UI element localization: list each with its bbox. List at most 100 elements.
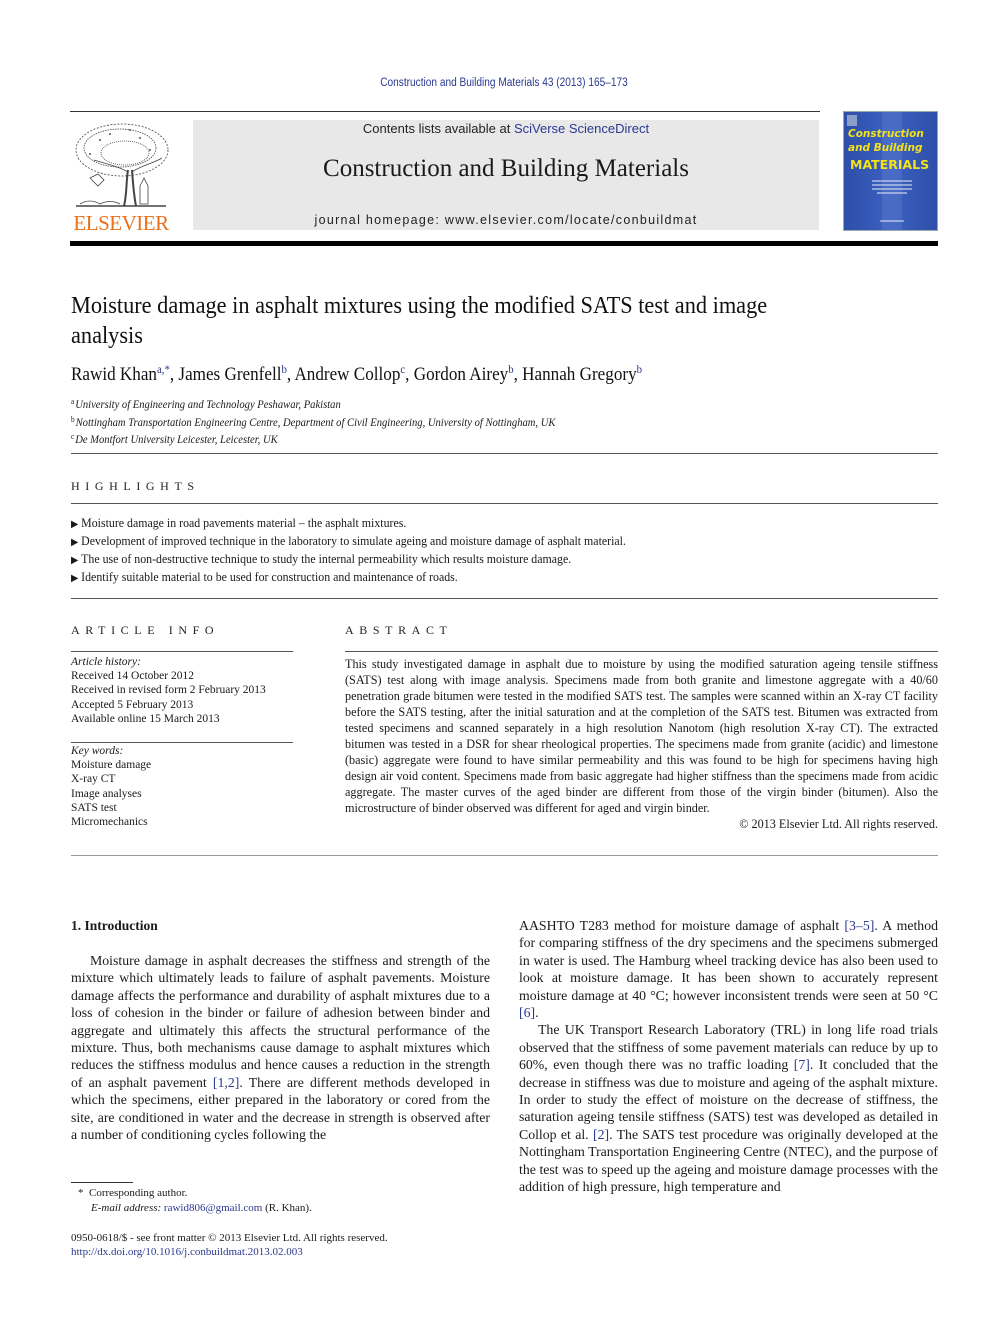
keyword: SATS test: [71, 801, 117, 814]
highlight-text: Moisture damage in road pavements materi…: [81, 516, 407, 530]
paragraph: Moisture damage in asphalt decreases the…: [71, 952, 490, 1143]
email-link[interactable]: rawid806@gmail.com: [164, 1202, 262, 1214]
issn-block: 0950-0618/$ - see front matter © 2013 El…: [71, 1231, 511, 1259]
keyword: Moisture damage: [71, 759, 152, 772]
contents-prefix: Contents lists available at: [362, 121, 514, 136]
divider: [71, 651, 293, 652]
author-affiliation-ref[interactable]: b: [281, 362, 286, 376]
paragraph: The UK Transport Research Laboratory (TR…: [519, 1021, 938, 1195]
highlights-list: ▶ Moisture damage in road pavements mater…: [71, 515, 931, 587]
divider: [71, 855, 938, 856]
highlight-item: ▶ Identify suitable material to be used f…: [71, 569, 888, 587]
journal-homepage[interactable]: journal homepage: www.elsevier.com/locat…: [193, 213, 819, 227]
cover-text-line: [872, 180, 912, 182]
keywords-label: Key words:: [71, 745, 124, 758]
email-label: E-mail address:: [91, 1201, 162, 1214]
author-name[interactable]: James Grenfell: [178, 364, 281, 385]
article-info-heading: ARTICLE INFO: [71, 623, 220, 637]
citation-ref[interactable]: [1,2]: [213, 1075, 239, 1090]
elsevier-wordmark: ELSEVIER: [73, 211, 169, 235]
cover-title-line2: and Building: [848, 142, 923, 154]
paragraph-text: AASHTO T283 method for moisture damage o…: [519, 918, 845, 933]
journal-citation-link[interactable]: Construction and Building Materials 43 (…: [60, 77, 947, 89]
email-note: E-mail address: rawid806@gmail.com (R. K…: [71, 1201, 491, 1216]
author-affiliation-ref[interactable]: a,*: [157, 362, 170, 376]
affiliations: aUniversity of Engineering and Technolog…: [71, 395, 771, 448]
doi-link[interactable]: http://dx.doi.org/10.1016/j.conbuildmat.…: [71, 1245, 511, 1259]
affiliation-key: b: [71, 414, 75, 424]
affiliation-a: aUniversity of Engineering and Technolog…: [71, 395, 715, 413]
footnote-rule: [71, 1182, 133, 1183]
citation-ref[interactable]: [7]: [794, 1057, 810, 1072]
corresponding-author-note: * Corresponding author.: [71, 1186, 491, 1201]
divider: [71, 453, 938, 454]
history-item: Received in revised form 2 February 2013: [71, 684, 266, 697]
highlight-item: ▶ Moisture damage in road pavements mater…: [71, 515, 888, 533]
highlight-text: Identify suitable material to be used fo…: [81, 570, 458, 584]
author-name[interactable]: Andrew Collop: [294, 364, 400, 385]
history-item: Received 14 October 2012: [71, 670, 194, 683]
author-name[interactable]: Gordon Airey: [414, 364, 509, 385]
divider: [345, 651, 938, 652]
divider: [71, 742, 293, 743]
affiliation-text: Nottingham Transportation Engineering Ce…: [75, 416, 556, 429]
paragraph-text: Moisture damage in asphalt decreases the…: [71, 953, 490, 1090]
footnote-text: Corresponding author.: [89, 1187, 188, 1199]
contents-availability: Contents lists available at SciVerse Sci…: [193, 120, 819, 138]
highlights-heading: HIGHLIGHTS: [71, 479, 200, 493]
divider: [71, 503, 938, 504]
author-name[interactable]: Rawid Khan: [71, 364, 157, 385]
intro-left-column: Moisture damage in asphalt decreases the…: [71, 952, 490, 1143]
triangle-bullet-icon: ▶: [71, 519, 79, 530]
journal-name: Construction and Building Materials: [323, 155, 689, 182]
highlight-item: ▶ The use of non-destructive technique to…: [71, 551, 888, 569]
author-affiliation-ref[interactable]: b: [508, 362, 513, 376]
sciencedirect-link[interactable]: SciVerse ScienceDirect: [514, 121, 649, 136]
intro-right-column: AASHTO T283 method for moisture damage o…: [519, 917, 938, 1196]
triangle-bullet-icon: ▶: [71, 555, 79, 566]
author-affiliation-ref[interactable]: c: [400, 362, 405, 376]
affiliation-key: c: [71, 432, 75, 441]
section-heading-introduction: 1. Introduction: [71, 918, 158, 933]
cover-text-line: [872, 184, 912, 186]
history-label: Article history:: [71, 656, 141, 668]
keyword: Image analyses: [71, 787, 142, 800]
affiliation-b: bNottingham Transportation Engineering C…: [71, 413, 715, 431]
cover-title-line3: MATERIALS: [850, 157, 930, 172]
journal-cover-thumbnail[interactable]: Construction and Building MATERIALS: [843, 111, 938, 231]
masthead-top-rule: [70, 111, 820, 112]
elsevier-logo[interactable]: ELSEVIER: [70, 120, 172, 235]
abstract: This study investigated damage in asphal…: [345, 656, 938, 832]
cover-text-line: [872, 188, 912, 190]
keyword: X-ray CT: [71, 773, 116, 786]
footnote-marker: *: [78, 1187, 84, 1199]
affiliation-c: cDe Montfort University Leicester, Leice…: [71, 430, 715, 448]
author-affiliation-ref[interactable]: b: [637, 362, 642, 376]
abstract-heading: ABSTRACT: [345, 623, 453, 637]
cover-title-line1: Construction: [848, 128, 924, 140]
footnote: * Corresponding author. E-mail address: …: [71, 1186, 491, 1215]
email-suffix: (R. Khan).: [262, 1201, 312, 1214]
highlight-text: Development of improved technique in the…: [81, 534, 626, 548]
affiliation-text: De Montfort University Leicester, Leices…: [75, 434, 278, 446]
history-item: Accepted 5 February 2013: [71, 698, 194, 711]
citation-ref[interactable]: [6]: [519, 1005, 535, 1020]
divider: [71, 598, 938, 599]
abstract-copyright: © 2013 Elsevier Ltd. All rights reserved…: [739, 817, 938, 831]
article-title: Moisture damage in asphalt mixtures usin…: [71, 293, 768, 349]
history-item: Available online 15 March 2013: [71, 712, 220, 725]
affiliation-key: a: [71, 397, 75, 406]
citation-ref[interactable]: [2]: [593, 1127, 609, 1142]
cover-text-line: [877, 192, 907, 194]
highlight-text: The use of non-destructive technique to …: [81, 552, 572, 566]
cover-elsevier-icon: [847, 115, 857, 126]
author-name[interactable]: Hannah Gregory: [522, 364, 636, 385]
keyword: Micromechanics: [71, 816, 148, 829]
cover-text-line: [880, 220, 904, 222]
masthead-thick-rule: [70, 241, 938, 246]
journal-masthead: Contents lists available at SciVerse Sci…: [193, 120, 819, 230]
cover-title: Construction and Building: [848, 127, 937, 155]
affiliation-text: University of Engineering and Technology…: [75, 399, 341, 411]
citation-ref[interactable]: [3–5]: [844, 918, 874, 933]
triangle-bullet-icon: ▶: [71, 537, 79, 548]
